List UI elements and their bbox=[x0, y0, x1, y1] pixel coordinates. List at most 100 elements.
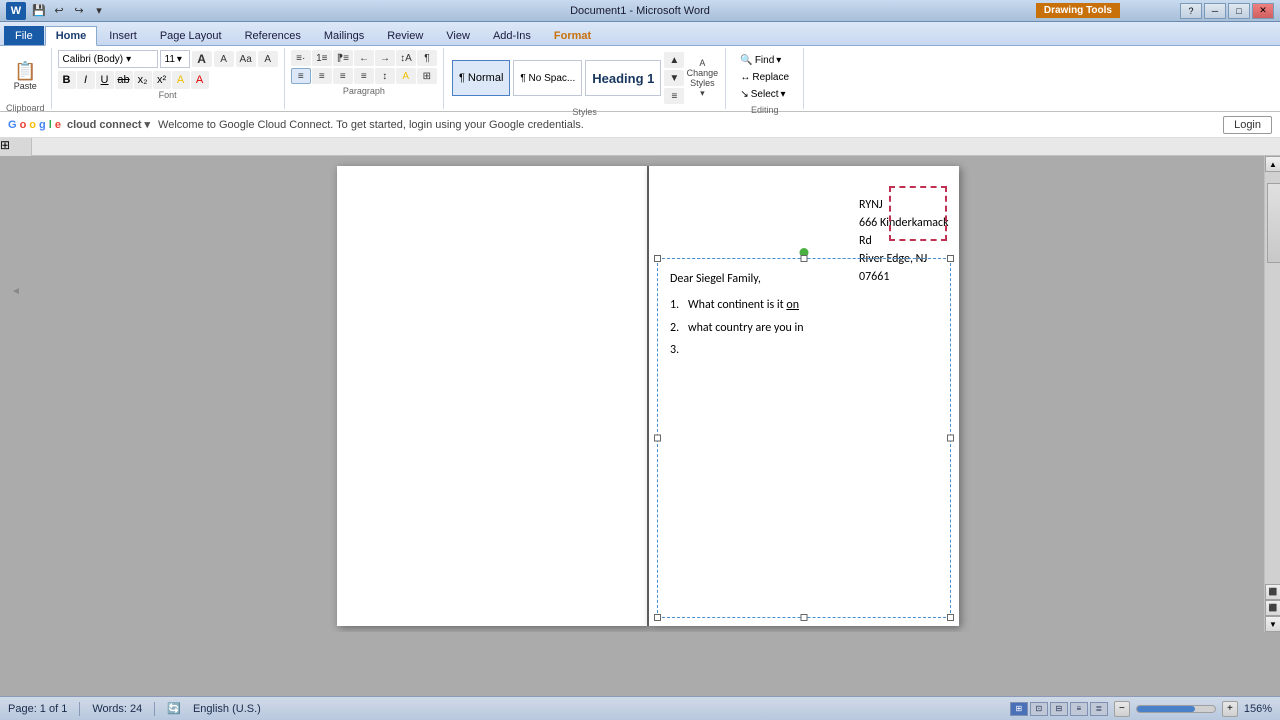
strikethrough-button[interactable]: ab bbox=[115, 71, 133, 89]
handle-mid-left[interactable] bbox=[654, 435, 661, 442]
restore-button[interactable]: □ bbox=[1228, 3, 1250, 19]
style-heading1[interactable]: Heading 1 bbox=[585, 60, 661, 96]
outline-button[interactable]: ≡ bbox=[1070, 702, 1088, 716]
paste-button[interactable]: 📋 Paste bbox=[9, 50, 42, 102]
minimize-button[interactable]: ─ bbox=[1204, 3, 1226, 19]
redo-button[interactable]: ↪ bbox=[70, 2, 88, 20]
zoom-level[interactable]: 156% bbox=[1244, 703, 1272, 715]
show-hide-button[interactable]: ¶ bbox=[417, 50, 437, 66]
document-scroll-area[interactable]: RYNJ 666 Kinderkamack Rd River Edge, NJ … bbox=[32, 156, 1264, 632]
style-normal[interactable]: ¶ Normal bbox=[452, 60, 510, 96]
scroll-thumb[interactable] bbox=[1267, 183, 1280, 263]
align-right-button[interactable]: ≡ bbox=[333, 68, 353, 84]
tab-insert[interactable]: Insert bbox=[98, 26, 148, 45]
align-center-button[interactable]: ≡ bbox=[312, 68, 332, 84]
full-screen-button[interactable]: ⊡ bbox=[1030, 702, 1048, 716]
font-size-selector[interactable]: 11 ▾ bbox=[160, 50, 190, 68]
customize-qa-button[interactable]: ▾ bbox=[90, 2, 108, 20]
tab-add-ins[interactable]: Add-Ins bbox=[482, 26, 542, 45]
tab-file[interactable]: File bbox=[4, 26, 44, 45]
font-shrink-button[interactable]: A bbox=[214, 51, 234, 67]
change-styles-button[interactable]: A ChangeStyles ▾ bbox=[687, 58, 717, 99]
save-button[interactable]: 💾 bbox=[30, 2, 48, 20]
zoom-out-button[interactable]: − bbox=[1114, 701, 1130, 717]
list-num-3: 3. bbox=[670, 340, 684, 360]
collapse-button[interactable]: ◄ bbox=[11, 286, 21, 297]
text-highlight-button[interactable]: A bbox=[172, 71, 190, 89]
spell-check-icon[interactable]: 🔄 bbox=[167, 702, 181, 715]
editing-group: 🔍 Find ▾ ↔ Replace ↘ Select ▾ Editing bbox=[726, 48, 804, 109]
styles-up-button[interactable]: ▲ bbox=[664, 52, 684, 68]
scroll-page-up-button[interactable]: ⬛ bbox=[1265, 584, 1280, 600]
decrease-indent-button[interactable]: ← bbox=[354, 50, 374, 66]
handle-bottom-right[interactable] bbox=[947, 614, 954, 621]
tab-format[interactable]: Format bbox=[543, 26, 602, 45]
zoom-in-button[interactable]: + bbox=[1222, 701, 1238, 717]
subscript-button[interactable]: x₂ bbox=[134, 71, 152, 89]
select-button[interactable]: ↘ Select ▾ bbox=[736, 86, 793, 102]
scroll-track[interactable] bbox=[1265, 172, 1280, 584]
find-button[interactable]: 🔍 Find ▾ bbox=[736, 52, 793, 68]
underline-button[interactable]: U bbox=[96, 71, 114, 89]
tab-view[interactable]: View bbox=[435, 26, 481, 45]
tab-references[interactable]: References bbox=[234, 26, 312, 45]
justify-button[interactable]: ≡ bbox=[354, 68, 374, 84]
font-grow-button[interactable]: A bbox=[192, 51, 212, 67]
gc-login-button[interactable]: Login bbox=[1223, 116, 1272, 134]
handle-top-mid[interactable] bbox=[801, 255, 808, 262]
find-dropdown: ▾ bbox=[776, 55, 781, 66]
tab-mailings[interactable]: Mailings bbox=[313, 26, 375, 45]
gc-welcome-text: Welcome to Google Cloud Connect. To get … bbox=[158, 119, 1215, 131]
borders-button[interactable]: ⊞ bbox=[417, 68, 437, 84]
tab-review[interactable]: Review bbox=[376, 26, 434, 45]
ribbon-tabs: File Home Insert Page Layout References … bbox=[0, 22, 1280, 46]
tab-home[interactable]: Home bbox=[45, 26, 98, 46]
web-layout-button[interactable]: ⊟ bbox=[1050, 702, 1068, 716]
handle-top-left[interactable] bbox=[654, 255, 661, 262]
font-family-selector[interactable]: Calibri (Body) ▾ bbox=[58, 50, 158, 68]
bullets-button[interactable]: ≡· bbox=[291, 50, 311, 66]
list-num-2: 2. bbox=[670, 318, 684, 338]
list-item-1: 1. What continent is it on bbox=[670, 295, 938, 315]
zoom-slider[interactable] bbox=[1136, 705, 1216, 713]
gc-dropdown-icon[interactable]: ▾ bbox=[145, 118, 151, 131]
styles-group-label: Styles bbox=[572, 107, 597, 117]
bold-button[interactable]: B bbox=[58, 71, 76, 89]
clear-formatting-button[interactable]: A bbox=[258, 51, 278, 67]
styles-panel: ¶ Normal ¶ No Spac... Heading 1 ▲ ▼ ≡ A … bbox=[450, 50, 719, 106]
shading-button[interactable]: A bbox=[396, 68, 416, 84]
numbering-button[interactable]: 1≡ bbox=[312, 50, 332, 66]
tab-page-layout[interactable]: Page Layout bbox=[149, 26, 233, 45]
style-no-space[interactable]: ¶ No Spac... bbox=[513, 60, 582, 96]
styles-group: ¶ Normal ¶ No Spac... Heading 1 ▲ ▼ ≡ A … bbox=[444, 48, 726, 109]
scroll-up-button[interactable]: ▲ bbox=[1265, 156, 1280, 172]
scroll-page-down-button[interactable]: ⬛ bbox=[1265, 600, 1280, 616]
superscript-button[interactable]: x² bbox=[153, 71, 171, 89]
styles-more-button[interactable]: ≡ bbox=[664, 88, 684, 104]
replace-button[interactable]: ↔ Replace bbox=[736, 69, 793, 85]
text-box[interactable]: Dear Siegel Family, 1. What continent is… bbox=[657, 258, 951, 618]
select-dropdown: ▾ bbox=[781, 89, 786, 100]
handle-mid-right[interactable] bbox=[947, 435, 954, 442]
handle-bottom-mid[interactable] bbox=[801, 614, 808, 621]
help-button[interactable]: ? bbox=[1180, 3, 1202, 19]
ruler-corner[interactable]: ⊞ bbox=[0, 138, 32, 156]
multilevel-list-button[interactable]: ⁋≡ bbox=[333, 50, 353, 66]
font-color-button[interactable]: A bbox=[191, 71, 209, 89]
print-layout-button[interactable]: ⊞ bbox=[1010, 702, 1028, 716]
word-icon: W bbox=[6, 2, 26, 20]
increase-indent-button[interactable]: → bbox=[375, 50, 395, 66]
sort-button[interactable]: ↕A bbox=[396, 50, 416, 66]
handle-bottom-left[interactable] bbox=[654, 614, 661, 621]
handle-top-right[interactable] bbox=[947, 255, 954, 262]
change-case-button[interactable]: Aa bbox=[236, 51, 256, 67]
italic-button[interactable]: I bbox=[77, 71, 95, 89]
undo-button[interactable]: ↩ bbox=[50, 2, 68, 20]
line-spacing-button[interactable]: ↕ bbox=[375, 68, 395, 84]
close-button[interactable]: ✕ bbox=[1252, 3, 1274, 19]
font-group: Calibri (Body) ▾ 11 ▾ A A Aa A B I U ab … bbox=[52, 48, 285, 109]
align-left-button[interactable]: ≡ bbox=[291, 68, 311, 84]
draft-button[interactable]: ≣ bbox=[1090, 702, 1108, 716]
styles-down-button[interactable]: ▼ bbox=[664, 70, 684, 86]
scroll-down-button[interactable]: ▼ bbox=[1265, 616, 1280, 632]
